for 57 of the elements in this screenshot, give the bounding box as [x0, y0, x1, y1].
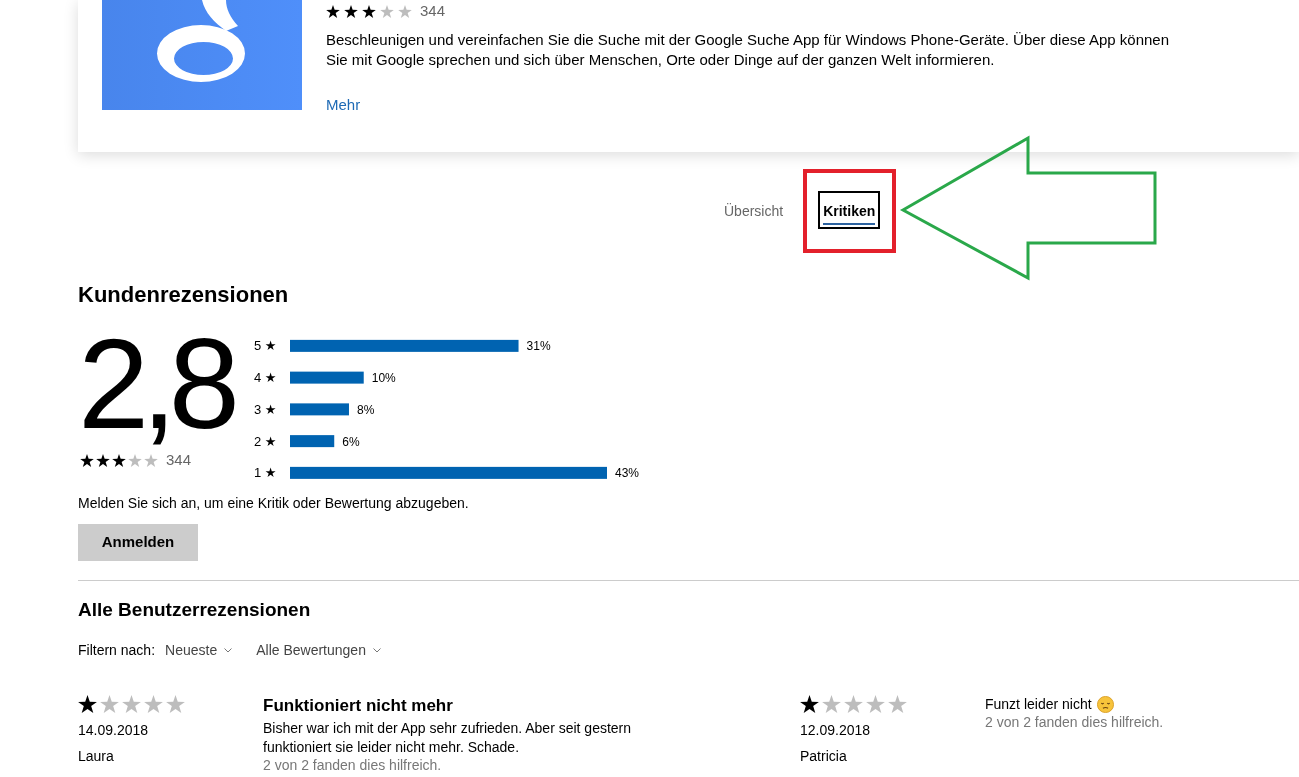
star-icon [800, 695, 819, 713]
chevron-down-icon [372, 647, 381, 653]
helpful-note: 2 von 2 fanden dies hilfreich. [985, 714, 1165, 731]
review-text: Funzt leider nicht [985, 695, 1092, 714]
filter-label: Filtern nach: [78, 641, 156, 660]
star-icon [362, 4, 376, 18]
app-description: Beschleunigen und vereinfachen Sie die Suche mit der Google Suche App für Windows Phone-Geräte. Über diese App können Sie mit Google sprechen und sich über Menschen, Orte oder Dinge auf der ganzen Welt informieren. [326, 30, 1171, 70]
review-date: 14.09.2018 [78, 721, 150, 739]
more-link[interactable]: Mehr [326, 96, 361, 114]
value-label: 8% [357, 402, 375, 417]
star-icon [100, 695, 119, 713]
filter-dropdown[interactable]: Alle Bewertungen [256, 640, 381, 660]
star-icon [112, 453, 126, 467]
star-icon [326, 4, 340, 18]
rating-count: 344 [420, 2, 446, 20]
filter-dropdown[interactable]: Neueste [165, 640, 233, 660]
star-icon [144, 695, 163, 713]
star-icon [866, 695, 885, 713]
category-label: 2 ★ [254, 433, 277, 449]
average-rating: 2,8 [78, 320, 234, 448]
star-icon [398, 4, 412, 18]
value-label: 6% [342, 434, 360, 449]
review-title: Funktioniert nicht mehr [263, 695, 454, 716]
star-icon [128, 453, 142, 467]
value-label: 10% [371, 371, 396, 386]
star-icon [844, 695, 863, 713]
star-icon [80, 453, 94, 467]
review-author: Patricia [800, 747, 848, 765]
review-author: Laura [78, 747, 115, 765]
star-icon [96, 453, 110, 467]
category-label: 4 ★ [254, 370, 277, 386]
value-label: 31% [526, 339, 551, 354]
sign-in-button[interactable]: Anmelden [78, 524, 198, 561]
star-icon [380, 4, 394, 18]
section-heading: Alle Benutzerrezensionen [78, 598, 312, 622]
section-heading: Kundenrezensionen [78, 281, 290, 309]
star-icon [344, 4, 358, 18]
sign-in-prompt: Melden Sie sich an, um eine Kritik oder Bewertung abzugeben. [78, 494, 470, 513]
star-icon [122, 695, 141, 713]
chart-bar [290, 403, 349, 416]
star-icon [144, 453, 158, 467]
value-label: 43% [615, 466, 640, 481]
category-label: 5 ★ [254, 338, 277, 354]
chevron-down-icon [224, 647, 233, 653]
star-icon [888, 695, 907, 713]
category-label: 3 ★ [254, 401, 277, 417]
rating-count: 344 [166, 451, 192, 469]
category-label: 1 ★ [254, 465, 277, 481]
star-icon [822, 695, 841, 713]
tab[interactable]: Übersicht [719, 191, 789, 229]
review-date: 12.09.2018 [800, 721, 872, 739]
review-text: Bisher war ich mit der App sehr zufrieden. Aber seit gestern funktioniert sie leider nicht mehr. Schade. [263, 719, 633, 757]
star-icon [78, 695, 97, 713]
chart-bar [290, 435, 335, 448]
helpful-note: 2 von 2 fanden dies hilfreich. [263, 757, 443, 774]
star-icon [166, 695, 185, 713]
tab[interactable]: Kritiken [818, 191, 881, 229]
